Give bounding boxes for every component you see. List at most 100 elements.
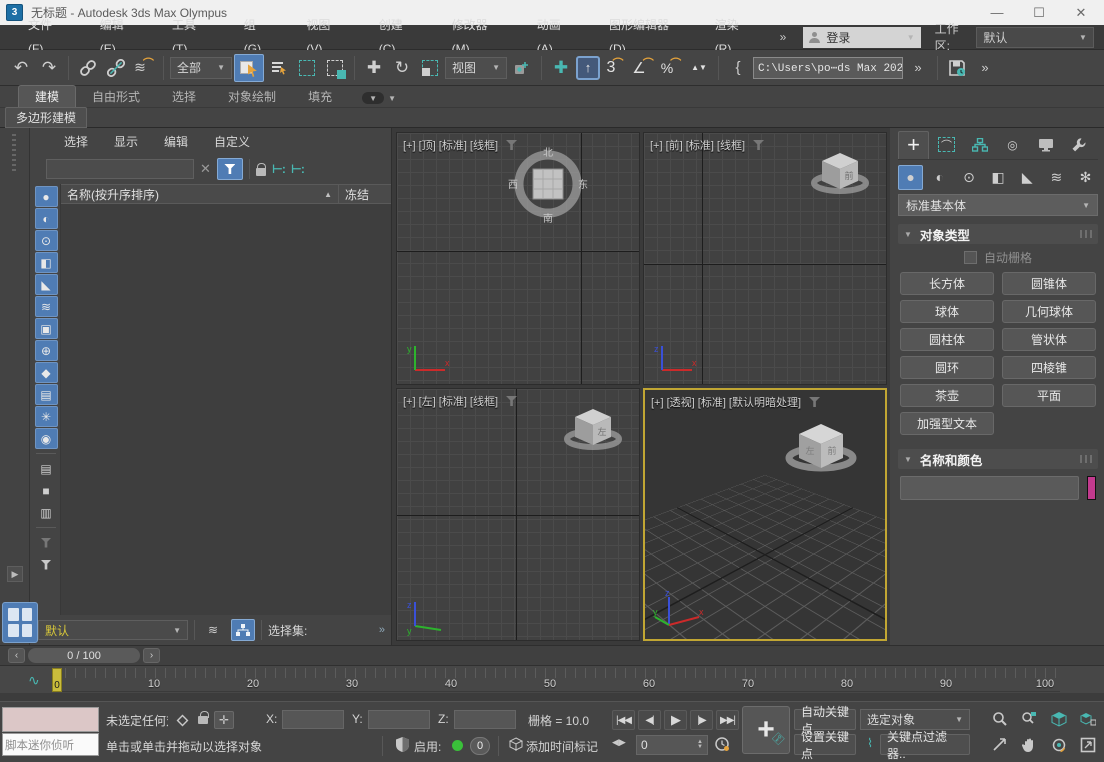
button-tube[interactable]: 管状体 [1002,328,1096,351]
undo-button[interactable]: ↶ [8,54,34,82]
select-and-move-button[interactable]: ✚ [361,54,387,82]
next-frame-arrow[interactable]: › [143,648,160,663]
filter-bones-icon[interactable]: ◆ [35,362,58,383]
z-coordinate-field[interactable] [454,710,516,729]
key-mode-toggle[interactable]: ◀▶ [612,737,626,748]
tab-create[interactable]: + [898,131,929,159]
category-lights-icon[interactable]: ⊙ [956,165,981,190]
percent-snap-toggle-button[interactable]: %⌒ [658,54,684,82]
collapse-tree-icon[interactable]: ⊢: [291,162,304,176]
time-configuration-icon[interactable] [712,735,732,753]
viewcube[interactable]: 北 南 西 东 [505,141,591,227]
isolate-selection-icon[interactable] [172,711,192,729]
category-helpers-icon[interactable]: ◣ [1015,165,1040,190]
track-ruler[interactable] [55,668,1060,692]
tab-modify[interactable]: ⌒ [931,131,962,159]
rectangular-selection-region-button[interactable] [294,54,320,82]
key-filters-button[interactable]: 关键点过滤器.. [880,734,970,755]
filter-groups-icon[interactable]: ▣ [35,318,58,339]
snap-cross-icon[interactable]: ✚ [548,54,574,82]
expand-tree-icon[interactable]: ⊢: [272,162,285,176]
explorer-menu-customize[interactable]: 自定义 [214,133,250,150]
button-box[interactable]: 长方体 [900,272,994,295]
set-keys-button[interactable]: + ⚿ [742,706,790,754]
workspace-dropdown[interactable]: 默认 ▼ [976,27,1094,48]
object-name-field[interactable] [900,476,1079,500]
selection-filter-dropdown[interactable]: 全部 ▼ [170,57,232,79]
category-shapes-icon[interactable]: ◐ [927,165,952,190]
sign-in-dropdown[interactable]: 登录 ▼ [803,27,920,48]
field-of-view-icon[interactable] [986,732,1014,757]
viewport-front-label[interactable]: [+] [前] [标准] [线框] [650,137,745,153]
display-none-icon[interactable]: ■ [35,480,58,501]
frame-spinner[interactable]: ▲▼ [697,740,703,750]
snaps-toggle-3d-button[interactable]: 3⌒ [602,54,628,82]
degradation-badge[interactable]: 0 [470,737,490,755]
rollout-name-color-header[interactable]: ▼ 名称和颜色 [898,449,1098,469]
object-color-swatch[interactable] [1087,476,1096,500]
tab-hierarchy[interactable] [964,131,995,159]
next-frame-button[interactable]: |▶ [690,710,713,730]
viewport-perspective[interactable]: [+] [透视] [标准] [默认明暗处理] 左 前 [643,388,887,641]
viewport-left[interactable]: [+] [左] [标准] [线框] 左 y z [396,388,640,641]
adaptive-degradation-shield-icon[interactable] [392,735,412,753]
select-and-rotate-button[interactable]: ↻ [389,54,415,82]
ribbon-minimize-dropdown[interactable]: ▼ ▼ [362,92,396,107]
close-button[interactable]: ✕ [1064,2,1098,24]
previous-frame-button[interactable]: ◀| [638,710,661,730]
viewcube[interactable]: 前 [808,143,872,201]
ribbon-tab-object-paint[interactable]: 对象绘制 [212,86,292,107]
filter-helpers-icon[interactable]: ◣ [35,274,58,295]
select-and-scale-button[interactable] [417,54,443,82]
redo-button[interactable]: ↷ [36,54,62,82]
viewport-left-label[interactable]: [+] [左] [标准] [线框] [403,393,498,409]
panel-grip[interactable] [12,134,16,174]
select-by-name-button[interactable] [266,54,292,82]
expand-panel-arrow-icon[interactable]: ▶ [7,566,23,582]
filter-cameras-icon[interactable]: ◧ [35,252,58,273]
ribbon-tab-selection[interactable]: 选择 [156,86,212,107]
unlink-selection-icon[interactable] [103,54,129,82]
add-time-tag[interactable]: 添加时间标记 [526,738,598,755]
category-geometry-icon[interactable]: ● [898,165,923,190]
spinner-snap-toggle-button[interactable]: ▲▼ [686,54,712,82]
y-coordinate-field[interactable] [368,710,430,729]
filter-xrefs-icon[interactable]: ⊕ [35,340,58,361]
viewcube[interactable]: 左 前 [783,412,859,480]
filter-funnel-icon[interactable] [35,554,58,575]
use-pivot-point-center-button[interactable] [509,54,535,82]
viewcube[interactable]: 左 [561,399,625,457]
category-cameras-icon[interactable]: ◧ [986,165,1011,190]
select-and-link-icon[interactable] [75,54,101,82]
viewport-front[interactable]: [+] [前] [标准] [线框] 前 x z [643,132,887,385]
toolbar-end-chevron-icon[interactable]: » [972,54,998,82]
enabled-indicator[interactable] [452,740,463,751]
select-object-button[interactable] [234,54,264,82]
button-pyramid[interactable]: 四棱锥 [1002,356,1096,379]
filter-geometry-icon[interactable]: ● [35,186,58,207]
viewport-top-label[interactable]: [+] [顶] [标准] [线框] [403,137,498,153]
maxscript-mini-listener-pink[interactable] [2,707,99,732]
button-torus[interactable]: 圆环 [900,356,994,379]
ribbon-tab-freeform[interactable]: 自由形式 [76,86,156,107]
button-cylinder[interactable]: 圆柱体 [900,328,994,351]
transform-gizmo-toggle-icon[interactable]: ✛ [214,711,234,729]
filter-config-icon[interactable] [35,532,58,553]
play-button[interactable]: ▶ [664,710,687,730]
tab-display[interactable] [1030,131,1061,159]
button-plane[interactable]: 平面 [1002,384,1096,407]
ribbon-tab-populate[interactable]: 填充 [292,86,348,107]
minimize-button[interactable]: — [980,2,1014,24]
filter-spacewarps-icon[interactable]: ≋ [35,296,58,317]
zoom-extents-all-icon[interactable] [1074,706,1102,731]
angle-snap-toggle-button[interactable]: ∠⌒ [630,54,656,82]
column-header-frozen[interactable]: 冻结 [339,185,391,203]
column-header-name[interactable]: 名称(按升序排序) ▲ [61,185,339,203]
track-bar[interactable]: ∿ 0 10 20 30 40 50 60 70 80 90 100 [0,665,1104,701]
viewport-funnel-icon[interactable] [809,397,820,407]
rollout-object-type-header[interactable]: ▼ 对象类型 [898,224,1098,244]
x-coordinate-field[interactable] [282,710,344,729]
filter-particles-icon[interactable]: ✳ [35,406,58,427]
maximize-button[interactable]: ☐ [1022,2,1056,24]
category-systems-icon[interactable]: ✻ [1073,165,1098,190]
